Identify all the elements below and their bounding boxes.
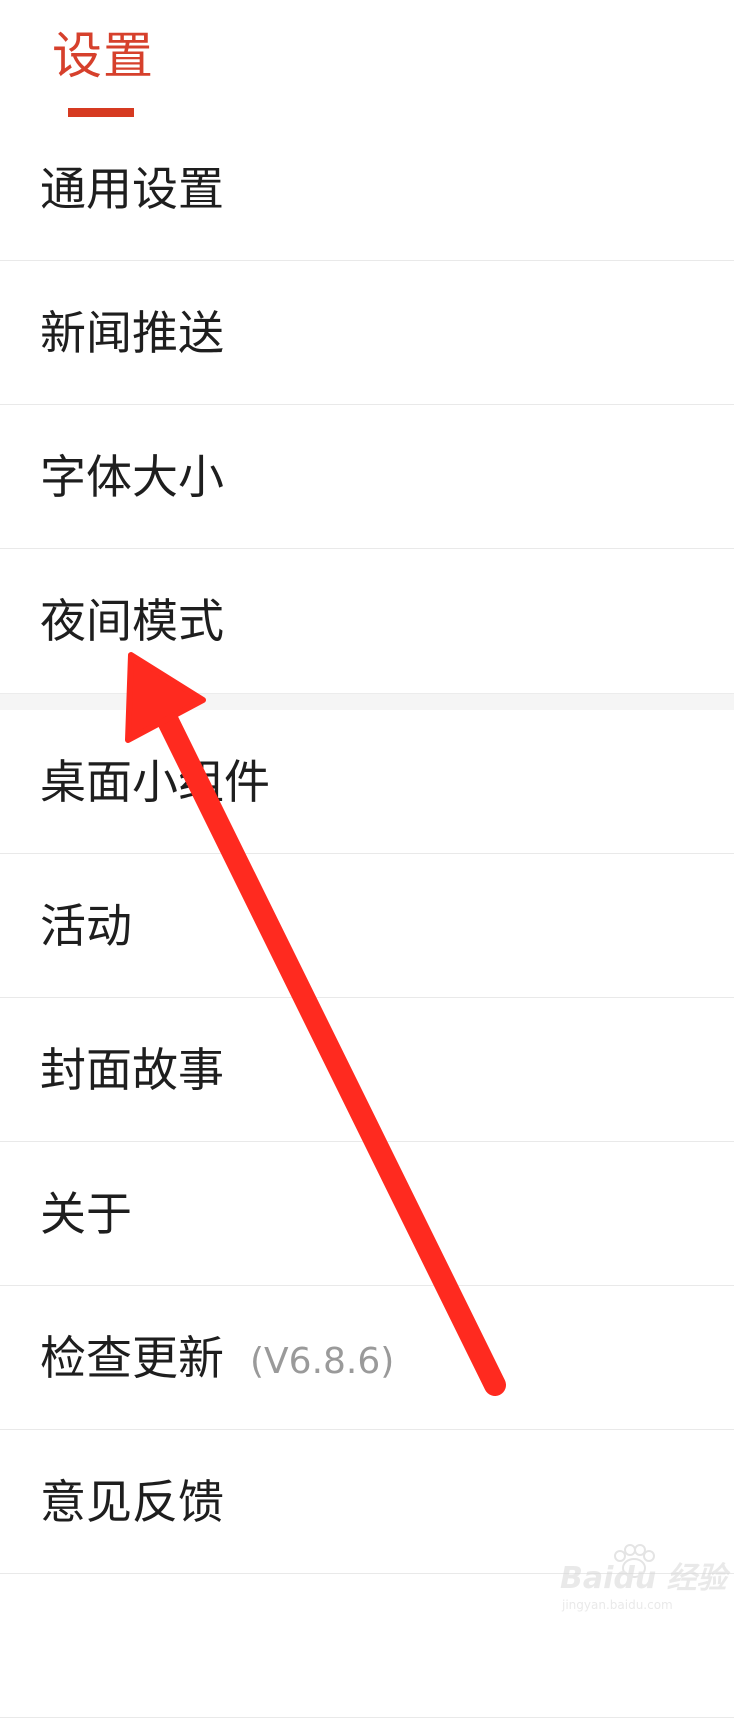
menu-item-label: 通用设置 (40, 162, 224, 216)
menu-item-desktop-widget[interactable]: 桌面小组件 (0, 710, 734, 854)
tab-settings[interactable]: 设置 (52, 26, 154, 86)
menu-item-cover-story[interactable]: 封面故事 (0, 998, 734, 1142)
menu-item-about[interactable]: 关于 (0, 1142, 734, 1286)
menu-item-label: 字体大小 (40, 450, 224, 504)
version-number: (V6.8.6) (250, 1341, 395, 1382)
menu-item-night-mode[interactable]: 夜间模式 (0, 549, 734, 693)
menu-item-label: 检查更新 (40, 1331, 224, 1385)
menu-item-label: 封面故事 (40, 1043, 224, 1097)
menu-item-news-push[interactable]: 新闻推送 (0, 261, 734, 405)
menu-item-label: 桌面小组件 (40, 755, 270, 809)
active-tab-indicator (68, 108, 134, 117)
menu-item-font-size[interactable]: 字体大小 (0, 405, 734, 549)
menu-item-label: 活动 (40, 899, 132, 953)
menu-item-activities[interactable]: 活动 (0, 854, 734, 998)
settings-menu-list: 通用设置 新闻推送 字体大小 夜间模式 桌面小组件 活动 封面故事 关于 检查更… (0, 117, 734, 1718)
watermark-domain: jingyan.baidu.com (562, 1598, 673, 1612)
menu-item-general-settings[interactable]: 通用设置 (0, 117, 734, 261)
menu-item-label: 新闻推送 (40, 306, 224, 360)
watermark-brand: Baidu 经验 (560, 1561, 727, 1596)
menu-item-label: 关于 (40, 1187, 132, 1241)
top-bar: 设置 (0, 0, 734, 118)
menu-item-label: 意见反馈 (40, 1475, 224, 1529)
menu-item-label: 夜间模式 (40, 594, 224, 648)
watermark-logo: Baidu 经验 jingyan.baidu.com (560, 1544, 727, 1614)
group-separator (0, 693, 734, 710)
menu-item-check-update[interactable]: 检查更新 (V6.8.6) (0, 1286, 734, 1430)
